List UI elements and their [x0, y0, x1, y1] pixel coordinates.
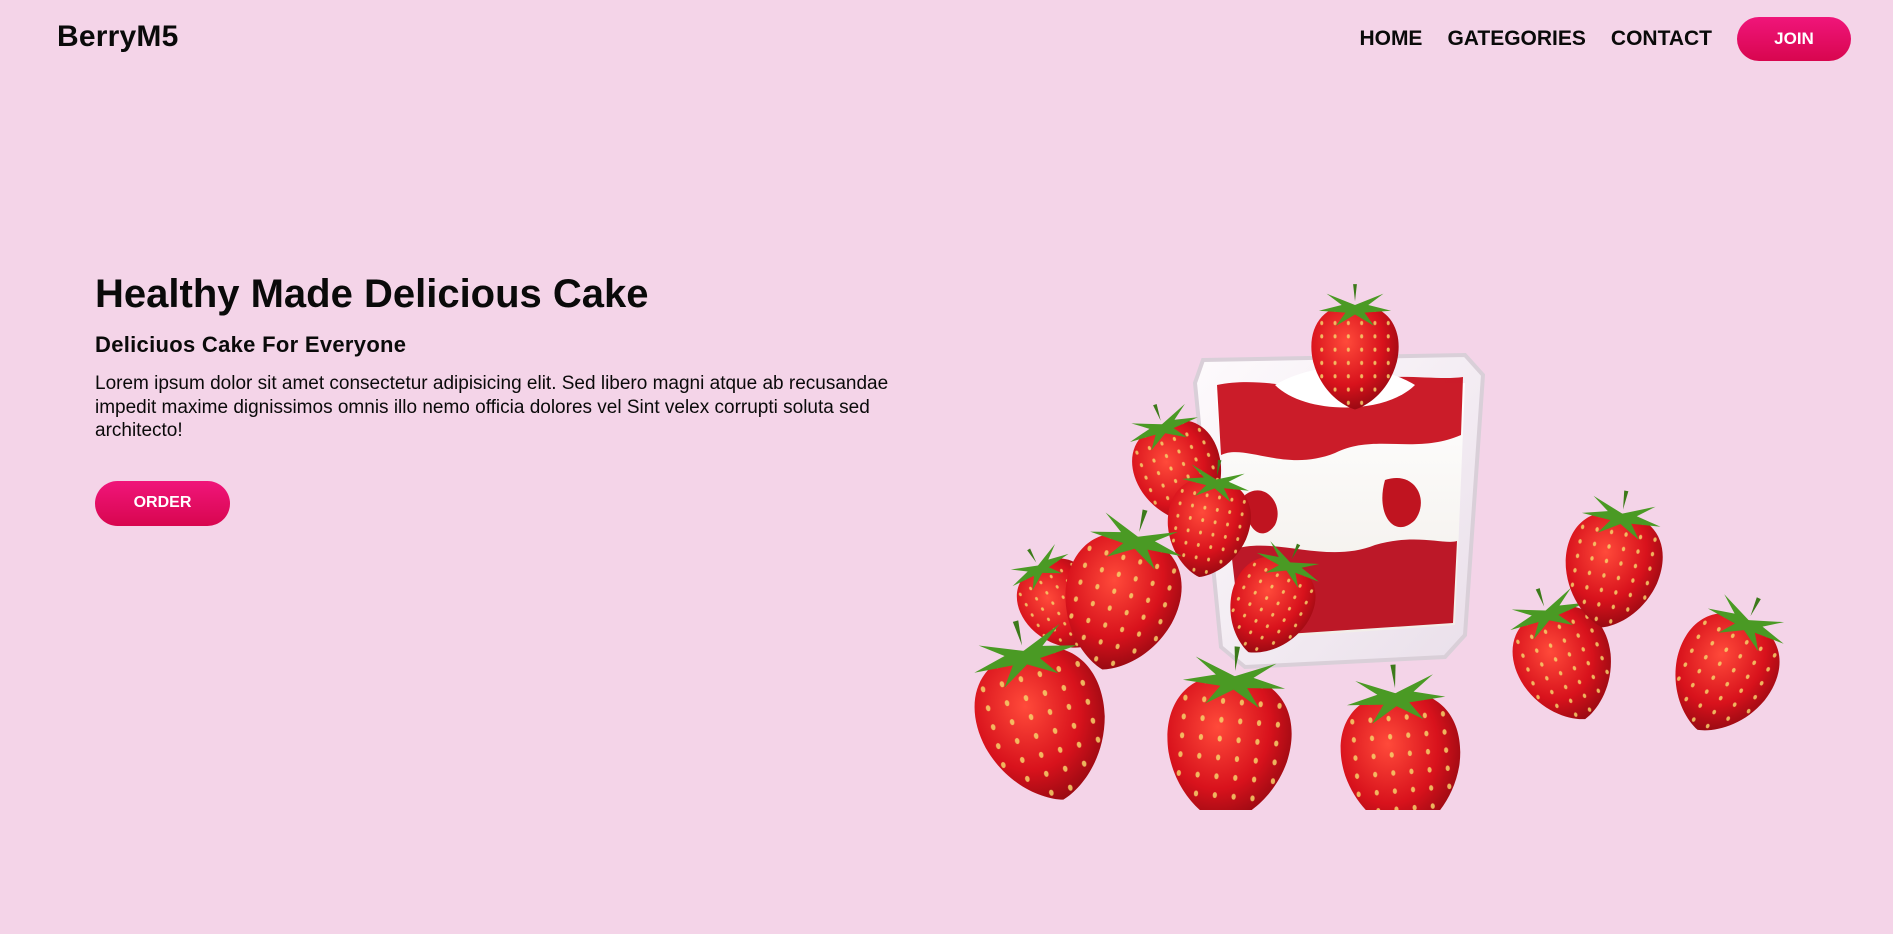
hero-title: Healthy Made Delicious Cake	[95, 272, 649, 316]
strawberry-dessert-image	[953, 284, 1805, 810]
nav-home-link[interactable]: HOME	[1359, 27, 1422, 51]
hero-description: Lorem ipsum dolor sit amet consectetur a…	[95, 373, 889, 441]
nav-contact-link[interactable]: CONTACT	[1611, 27, 1712, 51]
join-button[interactable]: JOIN	[1737, 17, 1851, 61]
landing-page: BerryM5 HOME GATEGORIES CONTACT JOIN Hea…	[0, 0, 1893, 934]
order-button[interactable]: ORDER	[95, 480, 230, 526]
nav-categories-link[interactable]: GATEGORIES	[1447, 27, 1585, 51]
hero-subtitle: Deliciuos Cake For Everyone	[95, 332, 407, 357]
main-nav: HOME GATEGORIES CONTACT JOIN	[1359, 17, 1851, 61]
hero-section: Healthy Made Delicious Cake Deliciuos Ca…	[95, 270, 955, 526]
site-header: BerryM5 HOME GATEGORIES CONTACT JOIN	[0, 0, 1893, 78]
site-logo[interactable]: BerryM5	[57, 20, 178, 54]
